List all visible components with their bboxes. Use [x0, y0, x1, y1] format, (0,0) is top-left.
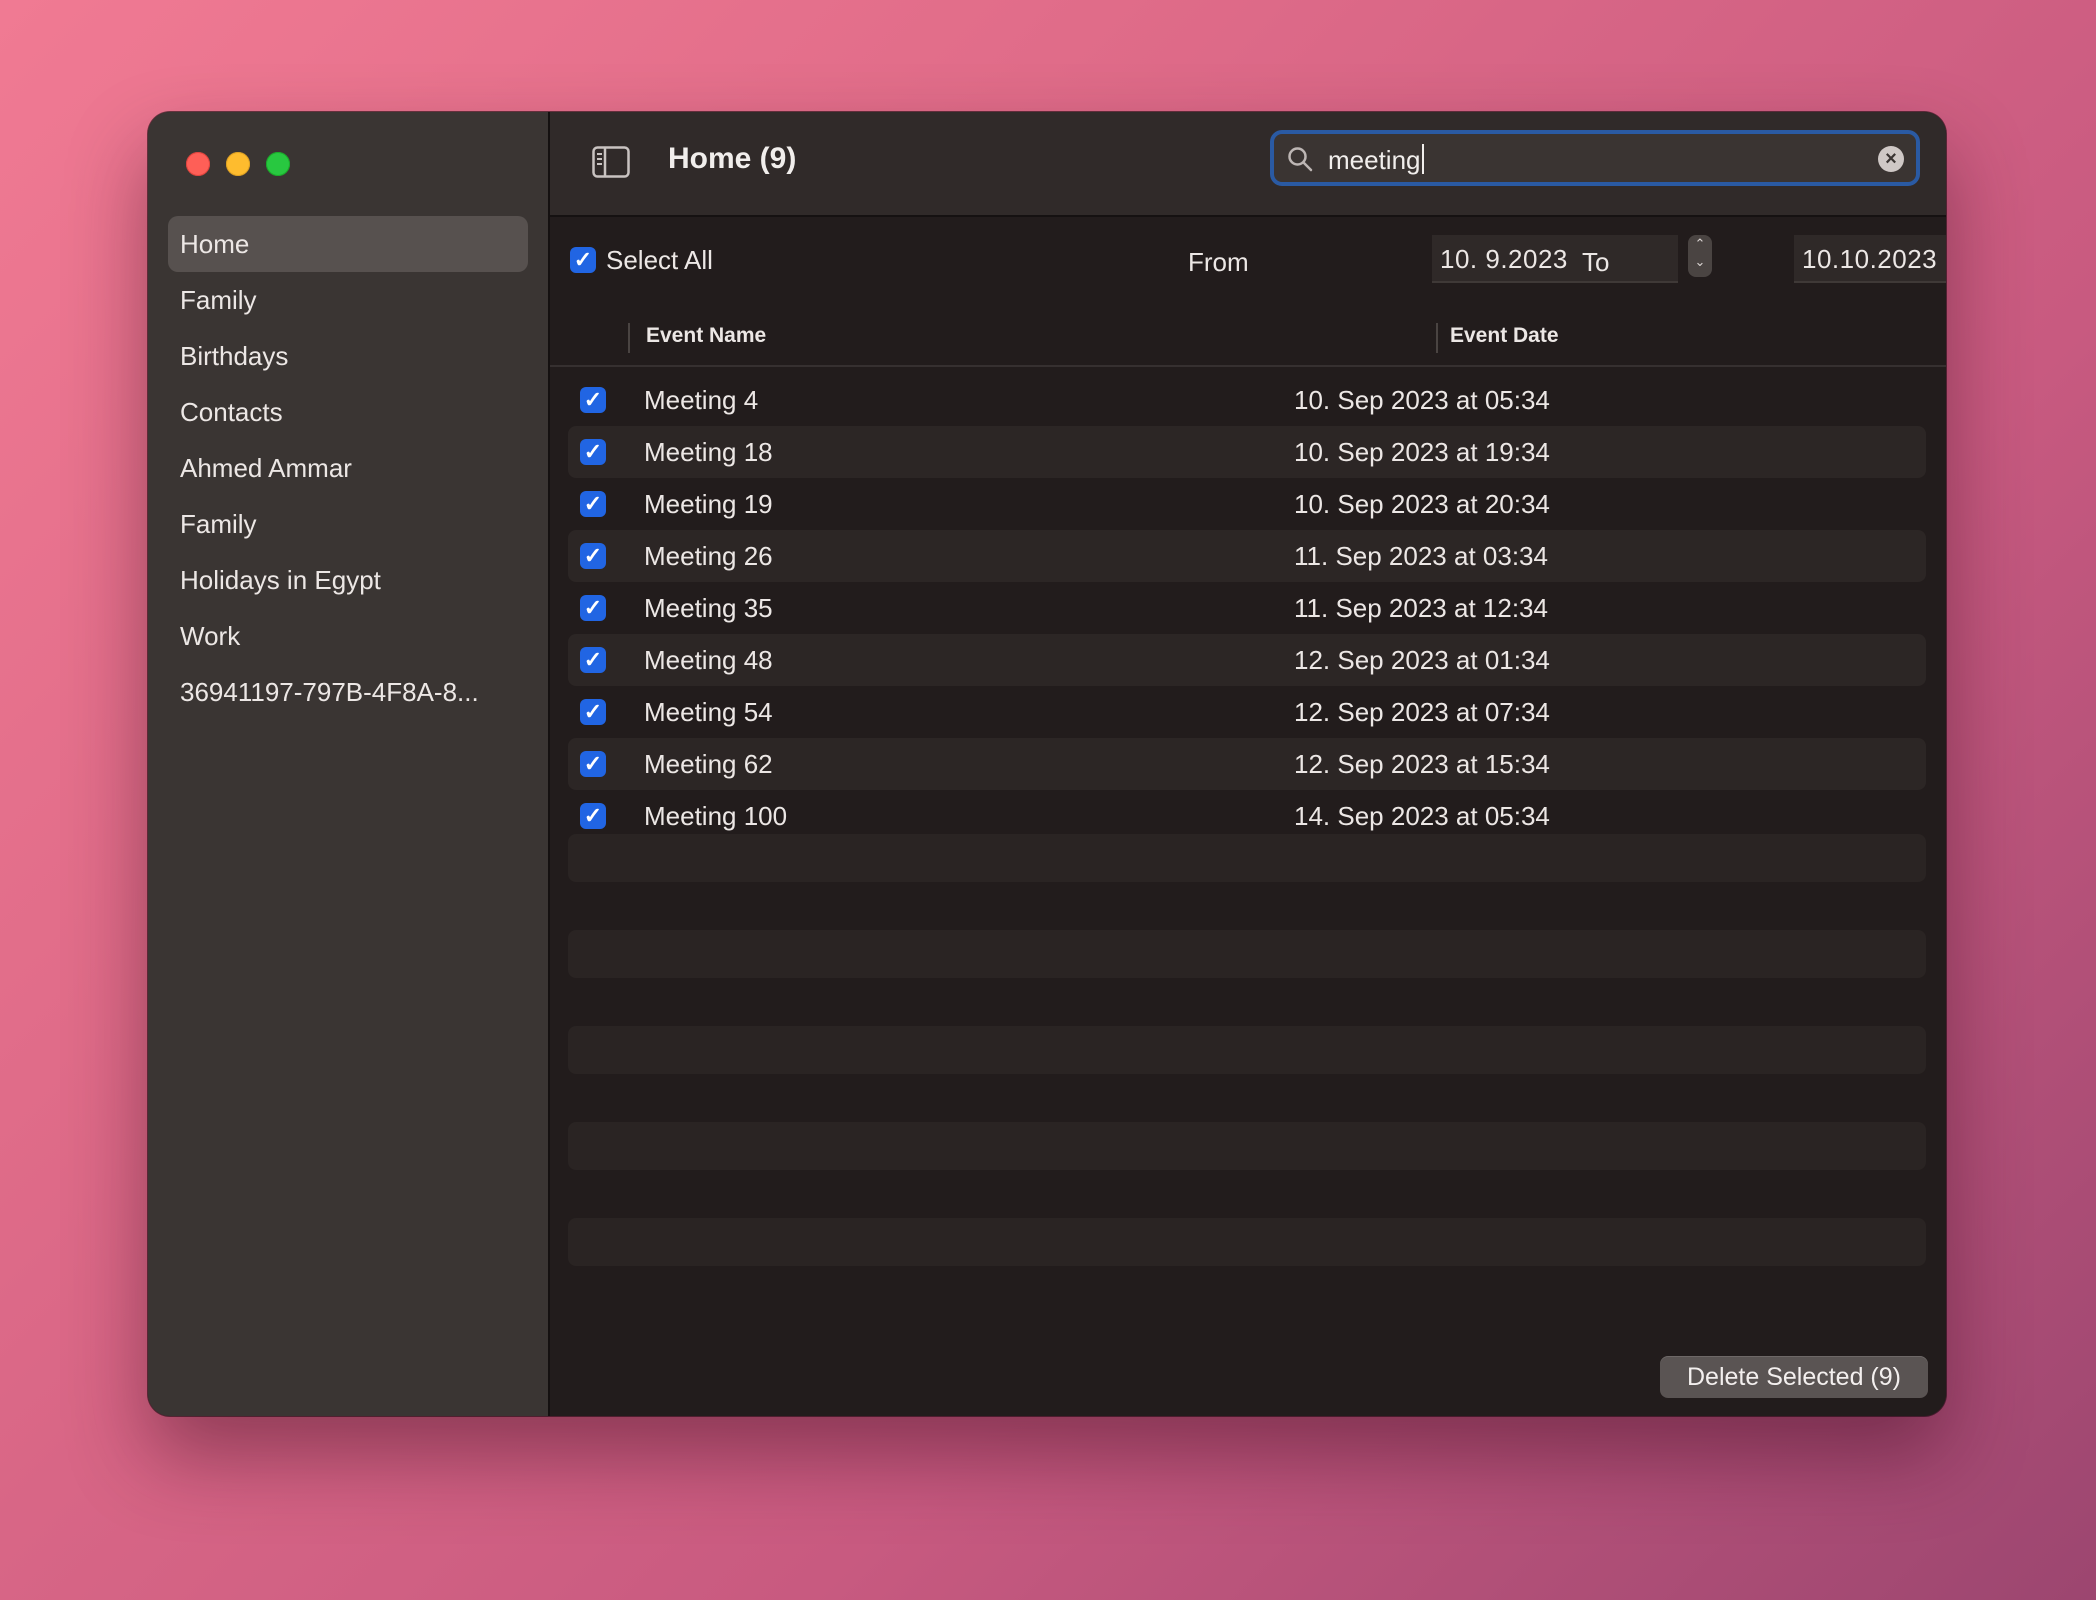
row-checkbox[interactable]: ✓ — [580, 751, 606, 777]
window-title: Home (9) — [668, 142, 797, 175]
row-checkbox[interactable]: ✓ — [580, 439, 606, 465]
event-date-cell: 10. Sep 2023 at 05:34 — [1294, 385, 1550, 415]
event-date-cell: 10. Sep 2023 at 20:34 — [1294, 489, 1550, 519]
table-row[interactable]: ✓ Meeting 19 10. Sep 2023 at 20:34 — [568, 478, 1926, 530]
event-name-cell: Meeting 19 — [644, 489, 773, 519]
column-separator[interactable] — [1436, 323, 1438, 353]
event-table: ✓ Meeting 4 10. Sep 2023 at 05:34 ✓ Meeting … — [568, 374, 1926, 842]
sidebar-item[interactable]: Work — [168, 608, 528, 664]
from-date-stepper[interactable]: ⌃ ⌄ — [1688, 235, 1712, 277]
event-name-cell: Meeting 62 — [644, 749, 773, 779]
toolbar: Home (9) meeting × — [550, 112, 1946, 217]
column-header-event-date[interactable]: Event Date — [1450, 324, 1559, 348]
sidebar-icon — [592, 146, 630, 178]
row-checkbox[interactable]: ✓ — [580, 803, 606, 829]
sidebar-item[interactable]: Birthdays — [168, 328, 528, 384]
table-row[interactable]: ✓ Meeting 4 10. Sep 2023 at 05:34 — [568, 374, 1926, 426]
zoom-button[interactable] — [266, 152, 290, 176]
table-row[interactable]: ✓ Meeting 54 12. Sep 2023 at 07:34 — [568, 686, 1926, 738]
close-button[interactable] — [186, 152, 210, 176]
empty-row — [568, 1026, 1926, 1074]
table-row[interactable]: ✓ Meeting 48 12. Sep 2023 at 01:34 — [568, 634, 1926, 686]
sidebar-item[interactable]: Contacts — [168, 384, 528, 440]
empty-rows — [568, 834, 1926, 1314]
event-date-cell: 14. Sep 2023 at 05:34 — [1294, 801, 1550, 831]
sidebar-item[interactable]: Holidays in Egypt — [168, 552, 528, 608]
sidebar-item[interactable]: Ahmed Ammar — [168, 440, 528, 496]
event-date-cell: 12. Sep 2023 at 01:34 — [1294, 645, 1550, 675]
column-header-event-name[interactable]: Event Name — [646, 324, 766, 348]
clear-icon[interactable]: × — [1878, 146, 1904, 172]
event-name-cell: Meeting 100 — [644, 801, 788, 831]
search-input[interactable]: meeting — [1328, 144, 1424, 176]
table-row[interactable]: ✓ Meeting 35 11. Sep 2023 at 12:34 — [568, 582, 1926, 634]
event-date-cell: 11. Sep 2023 at 12:34 — [1294, 593, 1548, 623]
table-row[interactable]: ✓ Meeting 26 11. Sep 2023 at 03:34 — [568, 530, 1926, 582]
event-name-cell: Meeting 54 — [644, 697, 773, 727]
event-name-cell: Meeting 48 — [644, 645, 773, 675]
empty-row — [568, 834, 1926, 882]
to-label: To — [1582, 247, 1610, 277]
table-header: Event Name Event Date — [550, 307, 1946, 367]
event-name-cell: Meeting 18 — [644, 437, 773, 467]
delete-selected-button[interactable]: Delete Selected (9) — [1660, 1356, 1928, 1398]
row-checkbox[interactable]: ✓ — [580, 595, 606, 621]
search-field[interactable]: meeting × — [1270, 130, 1920, 186]
filter-bar: ✓ Select All From 10. 9.2023 ⌃ ⌄ To 10.10… — [550, 217, 1946, 307]
traffic-lights — [186, 152, 290, 176]
row-checkbox[interactable]: ✓ — [580, 491, 606, 517]
sidebar-toggle-button[interactable] — [592, 146, 630, 178]
main-pane: Home (9) meeting × ✓ Select All From 10.… — [550, 112, 1946, 1416]
from-label: From — [1188, 247, 1249, 277]
row-checkbox[interactable]: ✓ — [580, 699, 606, 725]
from-date-field[interactable]: 10. 9.2023 — [1432, 235, 1678, 283]
to-date-field[interactable]: 10.10.2023 — [1794, 235, 1946, 283]
event-date-cell: 10. Sep 2023 at 19:34 — [1294, 437, 1550, 467]
sidebar-item[interactable]: Home — [168, 216, 528, 272]
sidebar-list: Home Family Birthdays Contacts Ahmed Ammar Fa… — [168, 216, 528, 720]
sidebar-item[interactable]: Family — [168, 272, 528, 328]
event-name-cell: Meeting 4 — [644, 385, 759, 415]
sidebar-item[interactable]: 36941197-797B-4F8A-8... — [168, 664, 528, 720]
column-separator[interactable] — [628, 323, 630, 353]
empty-row — [568, 1218, 1926, 1266]
row-checkbox[interactable]: ✓ — [580, 543, 606, 569]
event-date-cell: 12. Sep 2023 at 07:34 — [1294, 697, 1550, 727]
search-icon — [1288, 147, 1313, 172]
empty-row — [568, 930, 1926, 978]
app-window: Home Family Birthdays Contacts Ahmed Ammar Fa… — [148, 112, 1946, 1416]
event-name-cell: Meeting 26 — [644, 541, 773, 571]
event-date-cell: 12. Sep 2023 at 15:34 — [1294, 749, 1550, 779]
table-row[interactable]: ✓ Meeting 18 10. Sep 2023 at 19:34 — [568, 426, 1926, 478]
select-all-label: Select All — [606, 245, 713, 275]
event-name-cell: Meeting 35 — [644, 593, 773, 623]
row-checkbox[interactable]: ✓ — [580, 647, 606, 673]
sidebar: Home Family Birthdays Contacts Ahmed Ammar Fa… — [148, 112, 550, 1416]
sidebar-item[interactable]: Family — [168, 496, 528, 552]
table-row[interactable]: ✓ Meeting 62 12. Sep 2023 at 15:34 — [568, 738, 1926, 790]
row-checkbox[interactable]: ✓ — [580, 387, 606, 413]
event-date-cell: 11. Sep 2023 at 03:34 — [1294, 541, 1548, 571]
minimize-button[interactable] — [226, 152, 250, 176]
select-all-checkbox[interactable]: ✓ — [570, 247, 596, 273]
empty-row — [568, 1122, 1926, 1170]
